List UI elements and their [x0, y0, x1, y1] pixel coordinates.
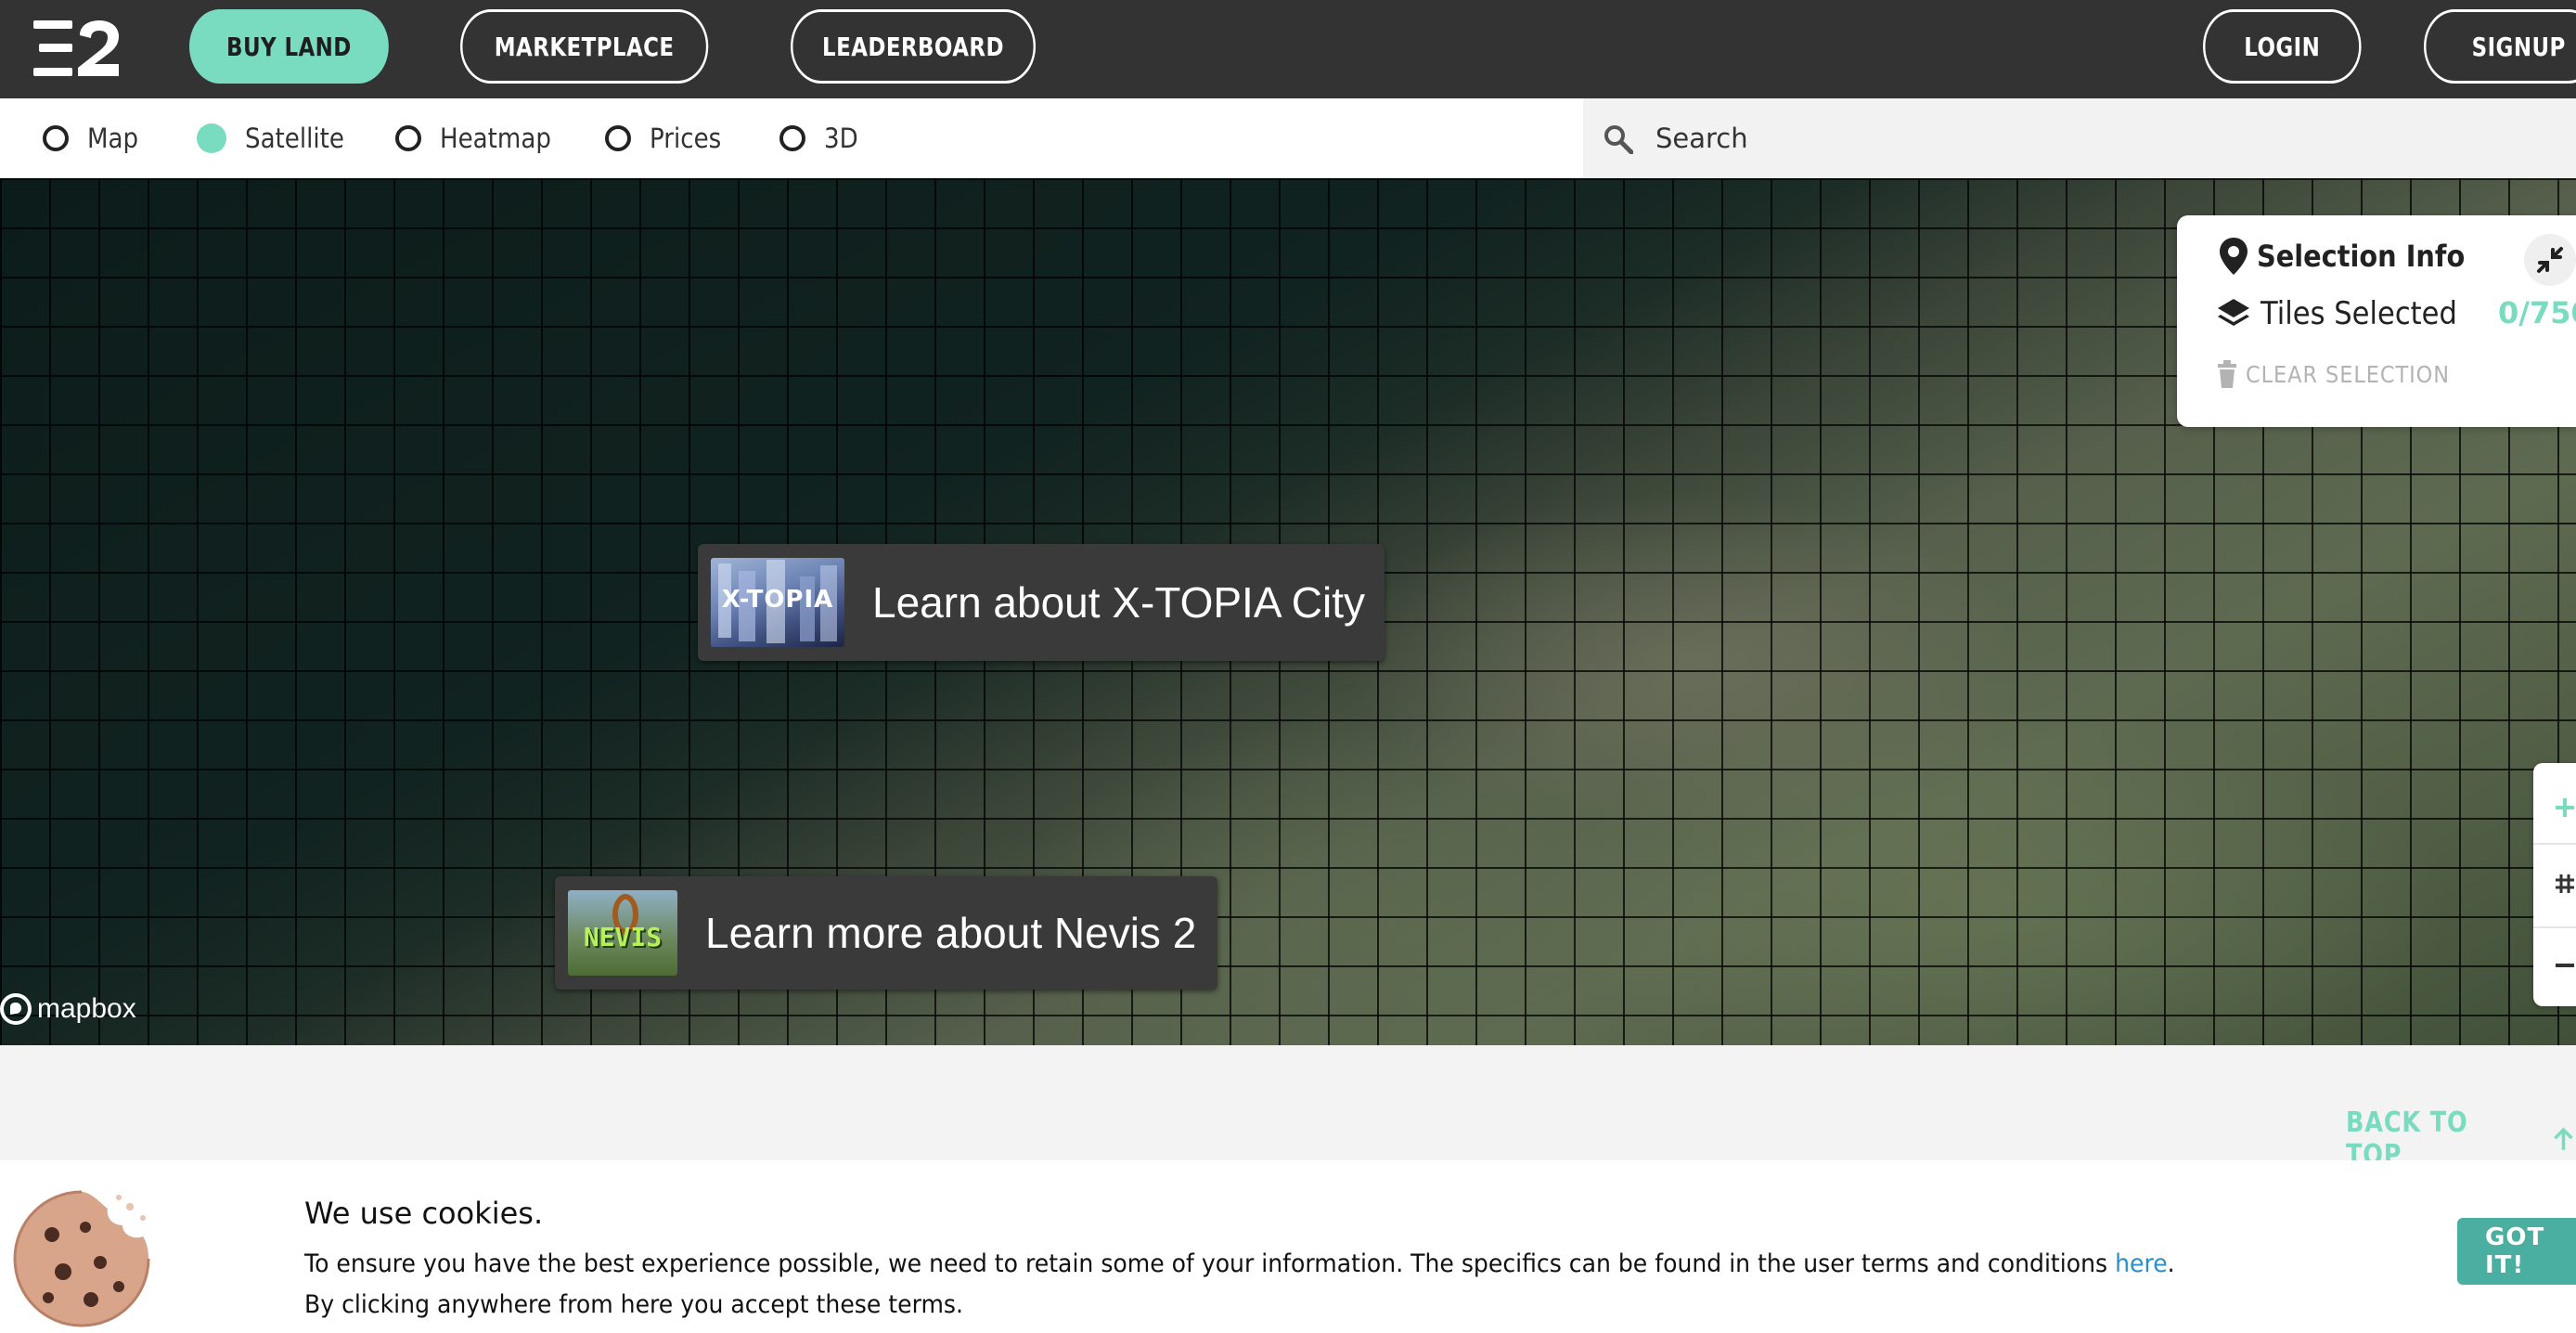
- tiles-selected-row: Tiles Selected: [2216, 295, 2479, 332]
- arrow-up-icon: [2554, 1127, 2573, 1150]
- got-it-button[interactable]: GOT IT!: [2457, 1218, 2576, 1285]
- radio-button-icon: [605, 125, 631, 151]
- layer-option-label: 3D: [824, 123, 858, 154]
- mapbox-attribution[interactable]: mapbox: [0, 993, 136, 1025]
- cookie-banner[interactable]: We use cookies. To ensure you have the b…: [0, 1160, 2576, 1333]
- zoom-out-icon[interactable]: [2554, 954, 2576, 977]
- collapse-icon: [2537, 247, 2563, 273]
- zoom-controls: [2533, 763, 2576, 1006]
- clear-selection-label: CLEAR SELECTION: [2246, 360, 2451, 388]
- radio-button-icon: [43, 125, 69, 151]
- trash-icon: [2218, 360, 2236, 388]
- xtopia-promo-text: Learn about X-TOPIA City: [872, 578, 1365, 627]
- signup-button[interactable]: SIGNUP: [2424, 9, 2576, 84]
- grid-icon[interactable]: [2554, 873, 2576, 895]
- mapbox-logo-icon: [0, 993, 32, 1025]
- layer-option-label: Heatmap: [440, 123, 551, 154]
- layer-option-map[interactable]: Map: [43, 98, 144, 178]
- layer-option-3d[interactable]: 3D: [779, 98, 862, 178]
- search-input[interactable]: [1654, 122, 2492, 155]
- layer-option-prices[interactable]: Prices: [605, 98, 729, 178]
- nevis-promo-text: Learn more about Nevis 2: [705, 909, 1197, 957]
- layer-option-label: Map: [87, 123, 139, 154]
- buy-land-button[interactable]: BUY LAND: [189, 9, 389, 84]
- map-pin-icon: [2220, 238, 2248, 275]
- layer-option-heatmap[interactable]: Heatmap: [395, 98, 563, 178]
- collapse-panel-button[interactable]: [2524, 234, 2576, 286]
- zoom-in-icon[interactable]: [2554, 796, 2576, 819]
- radio-button-icon: [395, 125, 421, 151]
- search-icon: [1604, 125, 1633, 154]
- e2-logo-icon[interactable]: [33, 20, 119, 76]
- clear-selection-button[interactable]: CLEAR SELECTION: [2216, 360, 2472, 388]
- terms-link[interactable]: here: [2115, 1249, 2168, 1278]
- xtopia-thumbnail: X-TOPIA: [711, 558, 844, 647]
- nevis-thumb-label: NEVIS: [583, 922, 663, 952]
- cookie-title: We use cookies.: [304, 1196, 544, 1231]
- selection-info-header: Selection Info: [2220, 238, 2488, 275]
- nevis-promo-card[interactable]: NEVIS Learn more about Nevis 2: [555, 876, 1217, 990]
- leaderboard-button[interactable]: LEADERBOARD: [791, 9, 1037, 84]
- cookie-text-part: To ensure you have the best experience p…: [304, 1249, 2116, 1278]
- layers-icon: [2218, 299, 2249, 326]
- xtopia-thumb-label: X-TOPIA: [721, 586, 834, 614]
- top-navigation-bar: BUY LAND MARKETPLACE LEADERBOARD LOGIN S…: [0, 0, 2576, 98]
- tiles-selected-label: Tiles Selected: [2260, 295, 2457, 332]
- search-bar: [1583, 98, 2576, 178]
- mapbox-label: mapbox: [37, 993, 136, 1024]
- radio-selected-icon: [197, 123, 226, 153]
- layer-option-satellite[interactable]: Satellite: [197, 98, 355, 178]
- cookie-text: To ensure you have the best experience p…: [304, 1244, 2203, 1326]
- tiles-selected-count: 0/750: [2498, 295, 2576, 330]
- login-button[interactable]: LOGIN: [2203, 9, 2362, 84]
- nevis-thumbnail: NEVIS: [568, 890, 677, 976]
- radio-button-icon: [779, 125, 805, 151]
- xtopia-promo-card[interactable]: X-TOPIA Learn about X-TOPIA City: [698, 544, 1385, 661]
- layer-option-label: Prices: [650, 123, 722, 154]
- selection-info-title: Selection Info: [2257, 239, 2466, 274]
- marketplace-button[interactable]: MARKETPLACE: [460, 9, 709, 84]
- cookie-image: [13, 1190, 150, 1327]
- selection-info-panel: Selection Info Tiles Selected 0/750 CLEA…: [2177, 215, 2576, 427]
- layer-option-label: Satellite: [245, 123, 344, 154]
